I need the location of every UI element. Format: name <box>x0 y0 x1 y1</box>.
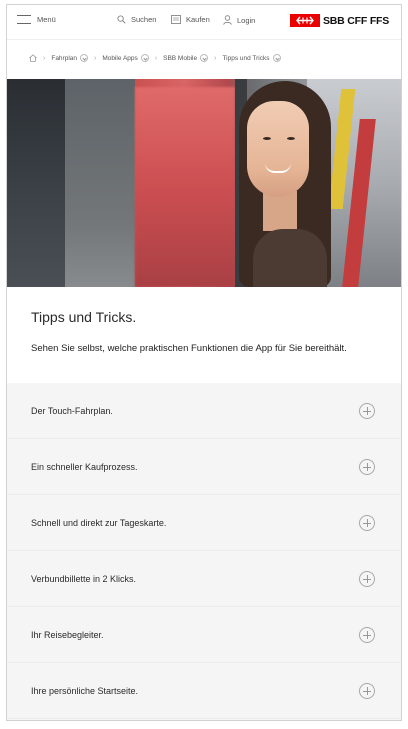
accordion-item-label: Ihre persönliche Startseite. <box>31 686 139 696</box>
login-label: Login <box>237 15 256 25</box>
chevron-down-icon <box>200 54 209 62</box>
accordion-item-label: Ein schneller Kaufprozess. <box>31 462 138 472</box>
accordion-item-label: Schnell und direkt zur Tageskarte. <box>31 518 167 528</box>
user-icon <box>223 15 232 25</box>
plus-circle-icon[interactable] <box>359 515 375 531</box>
chevron-down-icon <box>272 54 281 62</box>
buy-label: Kaufen <box>186 15 210 24</box>
accordion-item-label: Der Touch-Fahrplan. <box>31 406 113 416</box>
breadcrumb-item-sbb-mobile[interactable]: SBB Mobile <box>163 54 209 62</box>
accordion-item-touch-fahrplan[interactable]: Der Touch-Fahrplan. <box>7 383 401 439</box>
accordion-item-verbundbillette[interactable]: Verbundbillette in 2 Klicks. <box>7 551 401 607</box>
breadcrumb-label: SBB Mobile <box>163 54 198 62</box>
plus-circle-icon[interactable] <box>359 571 375 587</box>
hamburger-icon <box>17 15 31 24</box>
search-label: Suchen <box>131 15 157 24</box>
plus-circle-icon[interactable] <box>359 683 375 699</box>
page-title: Tipps und Tricks. <box>31 309 137 325</box>
search-link[interactable]: Suchen <box>117 15 156 24</box>
breadcrumb-separator: › <box>214 54 217 62</box>
breadcrumb-label: Mobile Apps <box>102 54 138 62</box>
intro-section: Tipps und Tricks. Sehen Sie selbst, welc… <box>7 287 401 383</box>
buy-link[interactable]: Kaufen <box>171 15 210 24</box>
breadcrumb-label: Fahrplan <box>51 54 77 62</box>
breadcrumb-separator: › <box>154 54 158 62</box>
breadcrumb-item-fahrplan[interactable]: Fahrplan <box>51 54 88 62</box>
accordion-item-startseite[interactable]: Ihre persönliche Startseite. <box>7 663 401 719</box>
accordion-item-label: Verbundbillette in 2 Klicks. <box>31 574 137 584</box>
breadcrumb-item-mobile-apps[interactable]: Mobile Apps <box>102 54 149 62</box>
header: Menü Suchen Kaufen Login SBB CFF FFS <box>7 5 401 39</box>
page-frame: Menü Suchen Kaufen Login SBB CFF FFS › F… <box>6 4 402 721</box>
breadcrumb: › Fahrplan › Mobile Apps › SBB Mobile › … <box>7 39 401 79</box>
hero-image <box>7 79 401 287</box>
chevron-down-icon <box>80 54 88 62</box>
breadcrumb-separator: › <box>94 54 97 62</box>
search-icon <box>117 15 126 24</box>
plus-circle-icon[interactable] <box>359 627 375 643</box>
ticket-icon <box>171 15 181 24</box>
breadcrumb-item-tipps-und-tricks[interactable]: Tipps und Tricks <box>222 54 281 62</box>
accordion-item-kaufprozess[interactable]: Ein schneller Kaufprozess. <box>7 439 401 495</box>
accordion: Der Touch-Fahrplan. Ein schneller Kaufpr… <box>7 383 401 720</box>
menu-button[interactable]: Menü <box>17 15 56 24</box>
intro-text: Sehen Sie selbst, welche praktischen Fun… <box>31 343 347 354</box>
plus-circle-icon[interactable] <box>359 403 375 419</box>
sbb-logo[interactable]: SBB CFF FFS <box>290 14 389 27</box>
accordion-item-reisebegleiter[interactable]: Ihr Reisebegleiter. <box>7 607 401 663</box>
breadcrumb-separator: › <box>43 54 46 62</box>
sbb-logo-text: SBB CFF FFS <box>323 14 390 27</box>
home-icon[interactable] <box>29 54 37 62</box>
sbb-arrows-icon <box>296 16 314 25</box>
breadcrumb-label: Tipps und Tricks <box>222 54 270 62</box>
accordion-item-tageskarte[interactable]: Schnell und direkt zur Tageskarte. <box>7 495 401 551</box>
menu-label: Menü <box>37 15 56 24</box>
chevron-down-icon <box>140 54 149 62</box>
sbb-logo-mark <box>290 14 320 27</box>
login-link[interactable]: Login <box>223 15 255 25</box>
accordion-item-label: Ihr Reisebegleiter. <box>31 630 104 640</box>
plus-circle-icon[interactable] <box>359 459 375 475</box>
